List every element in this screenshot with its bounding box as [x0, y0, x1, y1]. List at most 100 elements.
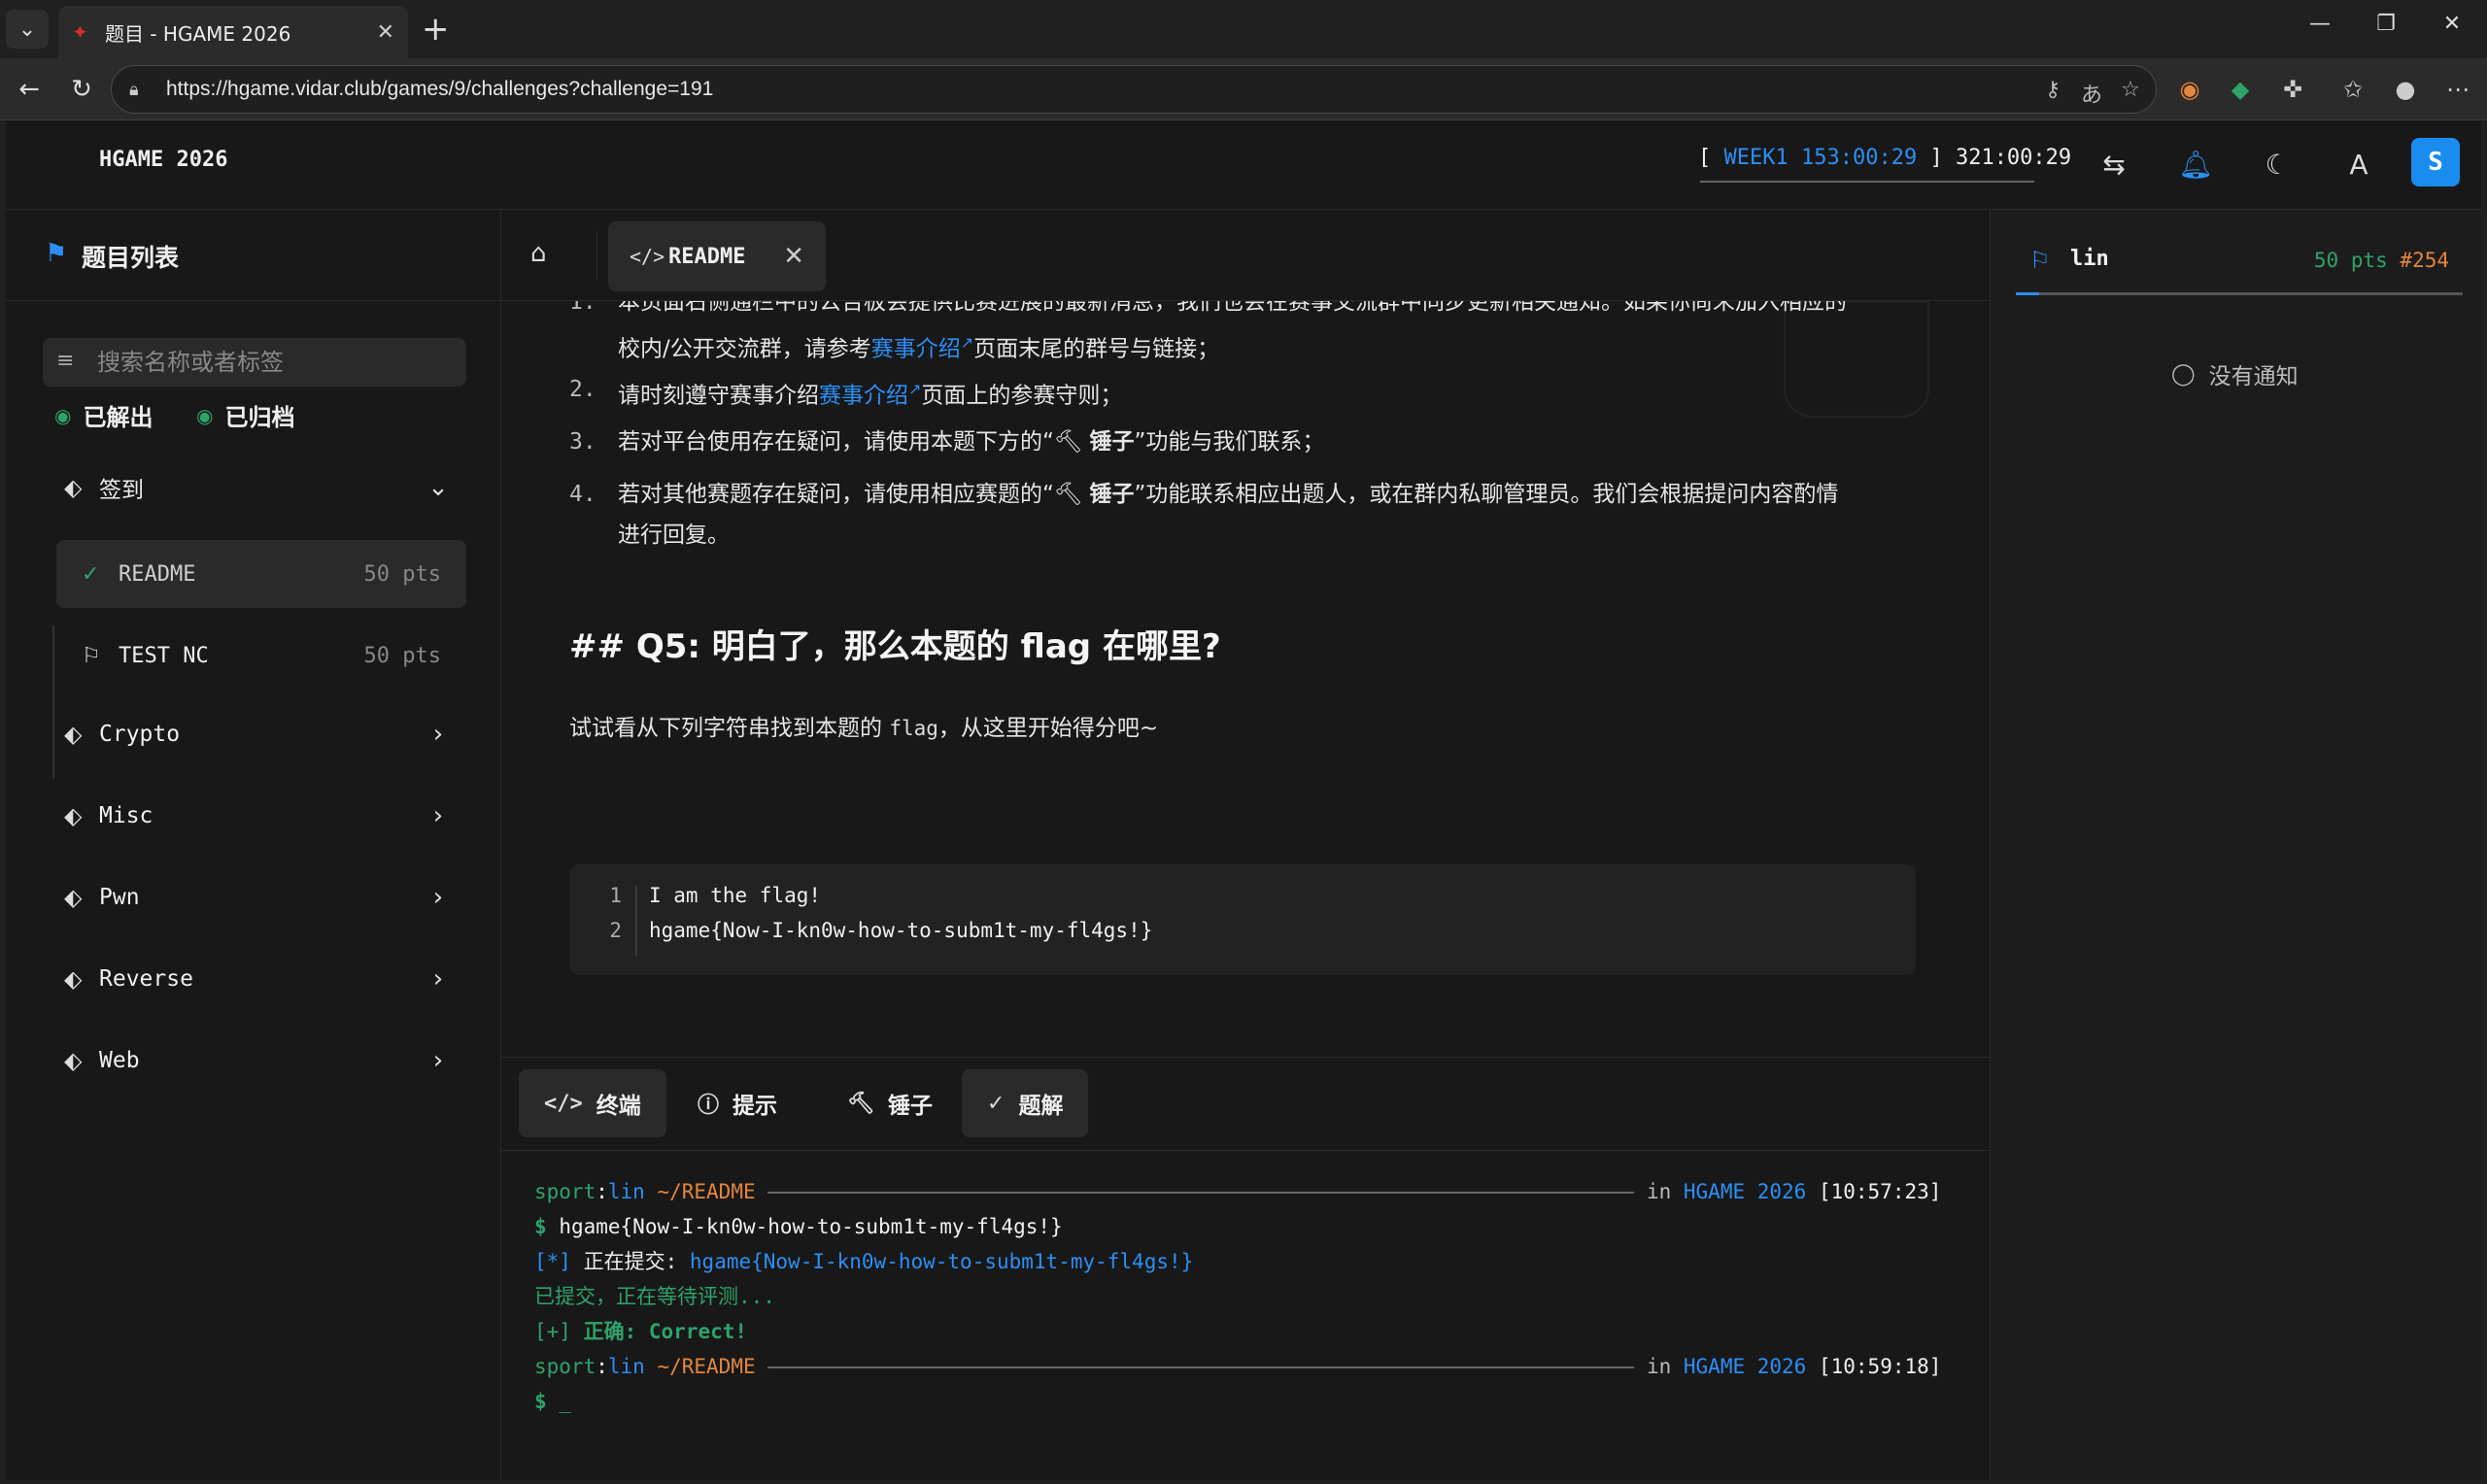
language-switch-icon[interactable]: ⇆	[2095, 146, 2133, 185]
site-favicon-icon: ✦	[72, 20, 88, 44]
rule-text-b: 页面上的参赛守则；	[921, 383, 1123, 409]
minimize-button[interactable]: —	[2300, 12, 2339, 36]
category-signin[interactable]: ⬖ 签到 ⌄	[64, 458, 453, 517]
tab-terminal[interactable]: </> 终端	[519, 1069, 666, 1137]
search-box[interactable]: ≡	[43, 338, 466, 387]
code-block[interactable]: 1 I am the flag! 2 hgame{Now-I-kn0w-how-to…	[569, 864, 1916, 975]
extension-icon[interactable]: ◉	[2172, 72, 2207, 107]
filter-solved[interactable]: ◉ 已解出	[54, 398, 153, 432]
terminal-command-line: $ hgame{Now-I-kn0w-how-to-subm1t-my-fl4g…	[534, 1209, 1063, 1244]
rule-text: 若对其他赛题存在疑问，请使用相应赛题的“🔨︎ 锤子”功能联系相应出题人，或在群内…	[618, 474, 1920, 515]
term-time: [10:59:18]	[1818, 1355, 1942, 1378]
search-input[interactable]	[97, 345, 447, 380]
rule-text-a: 校内/公开交流群，请参考	[618, 336, 871, 362]
category-misc[interactable]: ⬖ Misc ›	[64, 787, 453, 845]
address-bar[interactable]: 🔒︎ https://hgame.vidar.club/games/9/chal…	[111, 65, 2157, 114]
browser-tabstrip: ⌄ ✦ 题目 - HGAME 2026 ✕ + — ❐ ✕	[0, 0, 2487, 58]
category-pwn[interactable]: ⬖ Pwn ›	[64, 868, 453, 927]
key-icon[interactable]: ⚷	[2039, 78, 2066, 102]
challenge-item-readme[interactable]: ✓ README 50 pts	[56, 540, 466, 608]
term-submit-flag: hgame{Now-I-kn0w-how-to-subm1t-my-fl4gs!…	[689, 1250, 1194, 1273]
url-text[interactable]: https://hgame.vidar.club/games/9/challen…	[166, 78, 713, 101]
restore-button[interactable]: ❐	[2367, 12, 2405, 36]
tab-readme[interactable]: </> README ✕	[608, 221, 826, 291]
lock-icon[interactable]: 🔒︎	[129, 80, 151, 100]
category-label: Web	[99, 1048, 140, 1073]
user-avatar[interactable]: S	[2411, 138, 2460, 186]
favorite-star-icon[interactable]: ☆	[2117, 78, 2144, 102]
back-arrow-icon[interactable]: ←	[12, 72, 47, 107]
font-size-icon[interactable]: A	[2339, 146, 2378, 185]
term-prefix: [+]	[534, 1320, 571, 1343]
chevron-down-icon: ⌄	[427, 473, 449, 502]
rule-text: 请时刻遵守赛事介绍赛事介绍↗页面上的参赛守则；	[618, 369, 1920, 417]
moon-icon[interactable]: ☾	[2258, 146, 2297, 185]
close-tab-icon[interactable]: ✕	[377, 20, 394, 45]
rule-bold: 锤子	[1089, 429, 1135, 455]
timer-bracket-close: ]	[1929, 146, 1943, 170]
terminal-input-line[interactable]: $ _	[534, 1384, 571, 1419]
app: HGAME 2026 [ WEEK1 153:00:29 ] 321:00:29…	[6, 120, 2481, 1480]
tab-label: 题解	[1018, 1094, 1064, 1119]
line-number: 2	[609, 919, 622, 942]
tab-hammer[interactable]: 🔨︎ 锤子	[822, 1069, 958, 1137]
term-name: lin	[607, 1180, 645, 1203]
intro-link[interactable]: 赛事介绍	[819, 384, 908, 409]
timer-total: 321:00:29	[1955, 146, 2072, 170]
eye-icon: ◉	[196, 403, 214, 427]
category-reverse[interactable]: ⬖ Reverse ›	[64, 950, 453, 1008]
user-tab[interactable]: ⚐ lin 50 pts #254	[2016, 227, 2463, 295]
hammer-icon: 🔨︎	[1053, 429, 1083, 455]
app-header: HGAME 2026 [ WEEK1 153:00:29 ] 321:00:29…	[6, 120, 2481, 210]
reload-icon[interactable]: ↻	[64, 72, 99, 107]
app-title[interactable]: HGAME 2026	[99, 148, 227, 172]
filter-archived[interactable]: ◉ 已归档	[196, 398, 294, 432]
term-command: hgame{Now-I-kn0w-how-to-subm1t-my-fl4gs!…	[559, 1215, 1063, 1238]
term-cursor: _	[559, 1390, 571, 1413]
category-crypto[interactable]: ⬖ Crypto ›	[64, 705, 453, 763]
empty-notice-text: 没有通知	[2208, 364, 2299, 389]
terminal-output-line: [+] 正确: Correct!	[534, 1314, 747, 1349]
timer-week-time: 153:00:29	[1800, 146, 1918, 170]
hammer-icon: 🔨︎	[847, 1091, 874, 1116]
tab-list-button[interactable]: ⌄	[6, 10, 49, 49]
tab-hint[interactable]: ⓘ 提示	[672, 1069, 802, 1137]
tag-icon: ⬖	[64, 474, 83, 501]
rule-bold: 锤子	[1089, 482, 1135, 507]
chevron-right-icon: ›	[432, 801, 444, 830]
new-tab-button[interactable]: +	[422, 12, 450, 47]
tag-icon: ⬖	[64, 965, 83, 993]
q5-desc-a: 试试看从下列字符串找到本题的	[569, 716, 890, 741]
browser-tab[interactable]: ✦ 题目 - HGAME 2026 ✕	[58, 6, 408, 58]
favorites-icon[interactable]: ✩	[2335, 72, 2370, 107]
game-timer: [ WEEK1 153:00:29 ] 321:00:29	[1698, 146, 2071, 170]
tabbar-divider	[596, 231, 597, 280]
intro-link[interactable]: 赛事介绍	[871, 337, 961, 362]
bell-icon[interactable]: 🔔︎	[2176, 146, 2215, 185]
more-menu-icon[interactable]: ⋯	[2440, 72, 2475, 107]
tab-writeup[interactable]: ✓ 题解	[962, 1069, 1089, 1137]
rule-text: 若对平台使用存在疑问，请使用本题下方的“🔨︎ 锤子”功能与我们联系；	[618, 422, 1920, 462]
close-icon[interactable]: ✕	[783, 242, 804, 271]
tab-label: 终端	[596, 1094, 641, 1119]
rule-text-b: 页面末尾的群号与链接；	[973, 336, 1220, 362]
external-link-icon: ↗	[960, 333, 974, 352]
close-window-button[interactable]: ✕	[2433, 12, 2471, 36]
home-icon[interactable]: ⌂	[530, 239, 547, 268]
term-in: in	[1646, 1355, 1672, 1378]
translate-icon[interactable]: あ	[2078, 78, 2105, 109]
extensions-puzzle-icon[interactable]: ✜	[2275, 72, 2310, 107]
tree-line	[52, 625, 54, 779]
q5-desc-b: ，从这里开始得分吧~	[937, 716, 1159, 741]
bottom-tabs: </> 终端 ⓘ 提示 🔨︎ 锤子 ✓ 题解	[501, 1058, 1990, 1151]
terminal-output-line: 已提交，正在等待评测...	[534, 1285, 775, 1308]
chevron-right-icon: ›	[432, 883, 444, 912]
tag-icon: ⬖	[64, 721, 83, 748]
extension-shield-icon[interactable]: ◆	[2223, 72, 2258, 107]
term-path: ~/README	[657, 1355, 756, 1378]
comment-icon: ◯	[2171, 361, 2196, 387]
category-web[interactable]: ⬖ Web ›	[64, 1031, 453, 1090]
bottom-panel: </> 终端 ⓘ 提示 🔨︎ 锤子 ✓ 题解 sport:lin ~/READM…	[501, 1057, 1990, 1480]
profile-icon[interactable]: ●	[2388, 72, 2423, 107]
challenge-item-test-nc[interactable]: ⚐ TEST NC 50 pts	[56, 622, 466, 690]
